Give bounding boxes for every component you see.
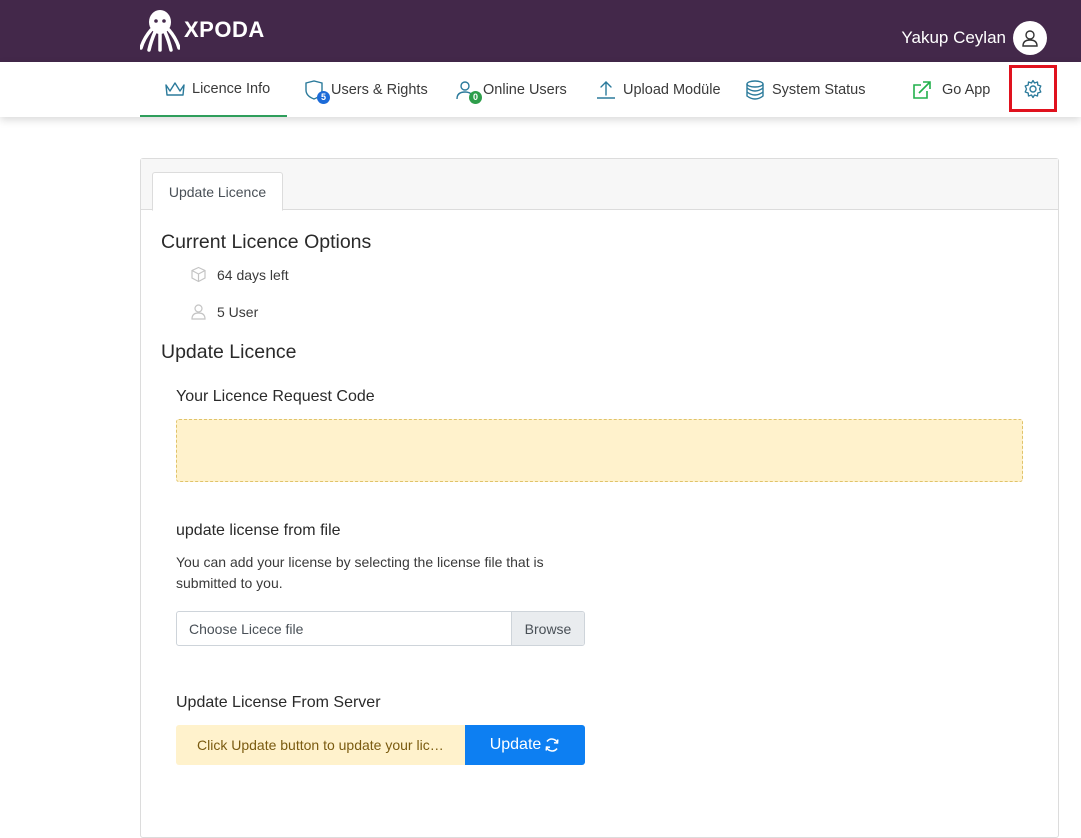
user-name: Yakup Ceylan xyxy=(901,28,1006,47)
nav-label: Users & Rights xyxy=(331,81,428,98)
users-text: 5 User xyxy=(217,303,259,320)
file-help-text: You can add your license by selecting th… xyxy=(176,554,544,591)
nav-online-users[interactable]: 0 Online Users xyxy=(455,62,567,117)
user-menu[interactable]: Yakup Ceylan xyxy=(901,21,1047,55)
licence-file-input[interactable]: Choose Licece file Browse xyxy=(176,611,585,646)
current-licence-title: Current Licence Options xyxy=(161,231,372,253)
nav-label: Upload Modüle xyxy=(623,81,721,98)
file-section-label: update license from file xyxy=(176,522,341,539)
main-nav: Licence Info 5 Users & Rights 0 Online U… xyxy=(0,62,1081,117)
tab-update-licence[interactable]: Update Licence xyxy=(152,172,283,211)
brand-name: XPODA xyxy=(184,17,265,42)
users-count-badge: 5 xyxy=(317,90,330,104)
nav-licence-info[interactable]: Licence Info xyxy=(140,62,287,117)
octopus-logo-icon xyxy=(140,10,180,52)
avatar[interactable] xyxy=(1013,21,1047,55)
days-left-row: 64 days left xyxy=(190,266,289,283)
database-icon xyxy=(744,79,766,100)
request-code-label: Your Licence Request Code xyxy=(176,388,375,405)
online-count-badge: 0 xyxy=(469,90,482,104)
top-header: XPODA Yakup Ceylan xyxy=(0,0,1081,62)
user-online-icon: 0 xyxy=(455,80,482,104)
nav-label: Online Users xyxy=(483,81,567,98)
server-section-label: Update License From Server xyxy=(176,694,381,711)
nav-label: Licence Info xyxy=(192,80,271,97)
logo[interactable]: XPODA xyxy=(140,8,265,52)
nav-label: Go App xyxy=(942,81,991,98)
nav-system-status[interactable]: System Status xyxy=(744,62,865,117)
file-input-placeholder[interactable]: Choose Licece file xyxy=(177,612,511,645)
request-code-box[interactable] xyxy=(176,419,1023,482)
nav-users-rights[interactable]: 5 Users & Rights xyxy=(303,62,428,117)
crown-icon xyxy=(164,80,186,98)
user-icon xyxy=(1022,30,1038,47)
users-row: 5 User xyxy=(190,303,258,320)
days-left-text: 64 days left xyxy=(217,266,289,283)
update-licence-title: Update Licence xyxy=(161,341,297,363)
nav-go-app[interactable]: Go App xyxy=(912,62,990,117)
settings-button[interactable] xyxy=(1009,65,1057,112)
box-icon xyxy=(191,266,206,283)
server-message-text: Click Update button to update your licen… xyxy=(197,737,447,753)
update-button[interactable]: Update xyxy=(465,725,585,765)
update-button-label: Update xyxy=(489,736,542,753)
refresh-icon xyxy=(545,738,559,752)
users-shield-icon: 5 xyxy=(303,79,330,104)
server-message: Click Update button to update your licen… xyxy=(176,725,465,765)
server-update-row: Click Update button to update your licen… xyxy=(176,725,585,765)
gear-icon xyxy=(1024,79,1042,98)
nav-label: System Status xyxy=(772,81,866,98)
nav-upload-module[interactable]: Upload Modüle xyxy=(595,62,721,117)
user-icon xyxy=(191,304,206,320)
external-link-icon xyxy=(912,80,932,100)
card-header: Update Licence xyxy=(141,159,1058,211)
upload-icon xyxy=(595,80,617,100)
browse-button[interactable]: Browse xyxy=(511,612,584,645)
